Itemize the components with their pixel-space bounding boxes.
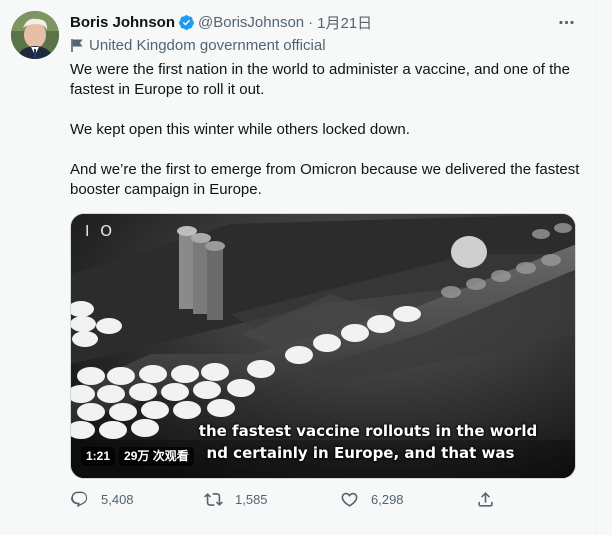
tweet-date[interactable]: 1月21日 bbox=[317, 12, 372, 33]
like-button[interactable]: 6,298 bbox=[340, 490, 404, 509]
video-views: 29万 次观看 bbox=[119, 447, 194, 466]
government-official-text: United Kingdom government official bbox=[89, 36, 326, 54]
retweet-button[interactable]: 1,585 bbox=[204, 490, 268, 509]
tweet-paragraph: We kept open this winter while others lo… bbox=[70, 121, 410, 138]
reply-count: 5,408 bbox=[101, 492, 134, 507]
heart-icon bbox=[341, 492, 358, 507]
verified-badge-icon bbox=[179, 14, 194, 30]
reply-icon bbox=[70, 491, 88, 508]
video-badges: 1:21 29万 次观看 bbox=[81, 447, 194, 466]
channel-logo: I O bbox=[85, 222, 115, 240]
share-button[interactable] bbox=[476, 490, 507, 509]
video-subtitle: the fastest vaccine rollouts in the worl… bbox=[198, 422, 538, 440]
avatar[interactable] bbox=[11, 11, 59, 59]
video-duration: 1:21 bbox=[81, 447, 116, 466]
more-options-button[interactable] bbox=[552, 10, 580, 34]
video-player[interactable]: I O the fastest vaccine rollouts in the … bbox=[70, 213, 576, 479]
reply-button[interactable]: 5,408 bbox=[70, 490, 134, 509]
government-official-label[interactable]: United Kingdom government official bbox=[70, 35, 326, 55]
flag-icon bbox=[71, 38, 83, 52]
tweet-actions: 5,408 1,585 6,298 bbox=[70, 490, 510, 514]
tweet-card[interactable]: Boris Johnson @BorisJohnson · 1月21日 Unit… bbox=[0, 0, 596, 535]
separator-dot: · bbox=[308, 13, 314, 31]
tweet-text: We were the first nation in the world to… bbox=[70, 60, 582, 200]
display-name[interactable]: Boris Johnson bbox=[70, 14, 175, 31]
retweet-icon bbox=[204, 493, 223, 506]
share-icon bbox=[478, 492, 493, 507]
retweet-count: 1,585 bbox=[235, 492, 268, 507]
more-options-icon bbox=[558, 20, 574, 24]
tweet-paragraph: We were the first nation in the world to… bbox=[70, 61, 570, 98]
user-handle[interactable]: @BorisJohnson bbox=[198, 14, 304, 31]
tweet-header: Boris Johnson @BorisJohnson · 1月21日 bbox=[70, 12, 372, 32]
like-count: 6,298 bbox=[371, 492, 404, 507]
tweet-paragraph: And we’re the first to emerge from Omicr… bbox=[70, 161, 580, 198]
